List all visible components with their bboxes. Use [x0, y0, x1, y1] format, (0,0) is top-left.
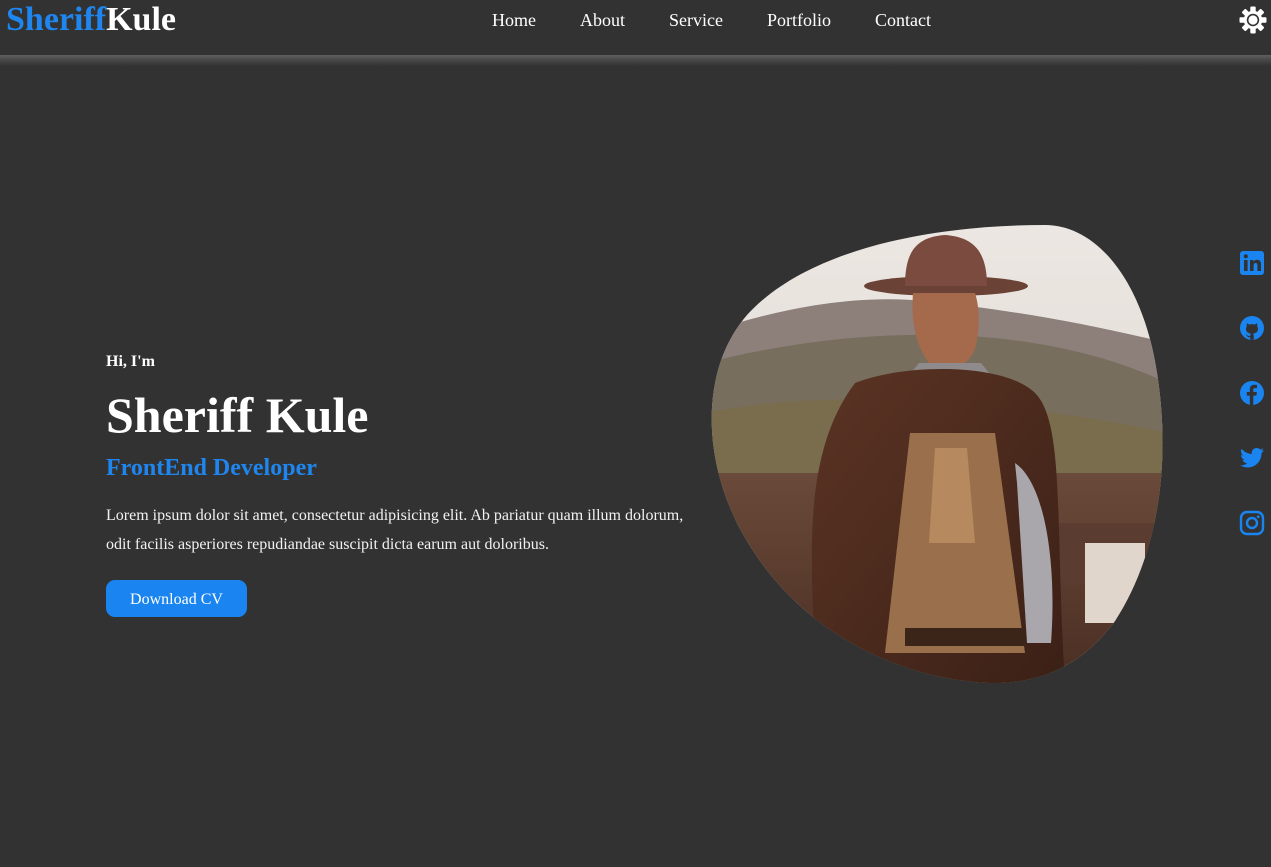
nav-contact[interactable]: Contact: [853, 0, 953, 40]
site-header: SheriffKule Home About Service Portfolio…: [0, 0, 1271, 55]
nav-about[interactable]: About: [558, 0, 647, 40]
github-link[interactable]: [1239, 315, 1265, 341]
logo-last-name: Kule: [106, 1, 176, 38]
linkedin-icon: [1240, 251, 1264, 275]
theme-toggle-button[interactable]: [1239, 6, 1267, 34]
profile-photo: [711, 225, 1163, 683]
main-nav: Home About Service Portfolio Contact: [470, 0, 953, 40]
instagram-icon: [1239, 510, 1265, 536]
github-icon: [1240, 316, 1264, 340]
logo-first-name: Sheriff: [6, 1, 107, 38]
instagram-link[interactable]: [1239, 510, 1265, 536]
nav-service[interactable]: Service: [647, 0, 745, 40]
facebook-link[interactable]: [1239, 380, 1265, 406]
download-cv-button[interactable]: Download CV: [106, 580, 247, 617]
nav-portfolio[interactable]: Portfolio: [745, 0, 853, 40]
hero-name: Sheriff Kule: [106, 387, 369, 443]
linkedin-link[interactable]: [1239, 250, 1265, 276]
header-shadow: [0, 55, 1271, 66]
hero-description: Lorem ipsum dolor sit amet, consectetur …: [106, 507, 684, 553]
sun-gear-icon: [1239, 6, 1267, 34]
facebook-icon: [1240, 381, 1264, 405]
twitter-link[interactable]: [1239, 445, 1265, 471]
nav-home[interactable]: Home: [470, 0, 558, 40]
hero-role: FrontEnd Developer: [106, 455, 317, 481]
twitter-icon: [1240, 448, 1264, 468]
site-logo[interactable]: SheriffKule: [6, 0, 176, 40]
hero-greeting: Hi, I'm: [106, 353, 155, 370]
